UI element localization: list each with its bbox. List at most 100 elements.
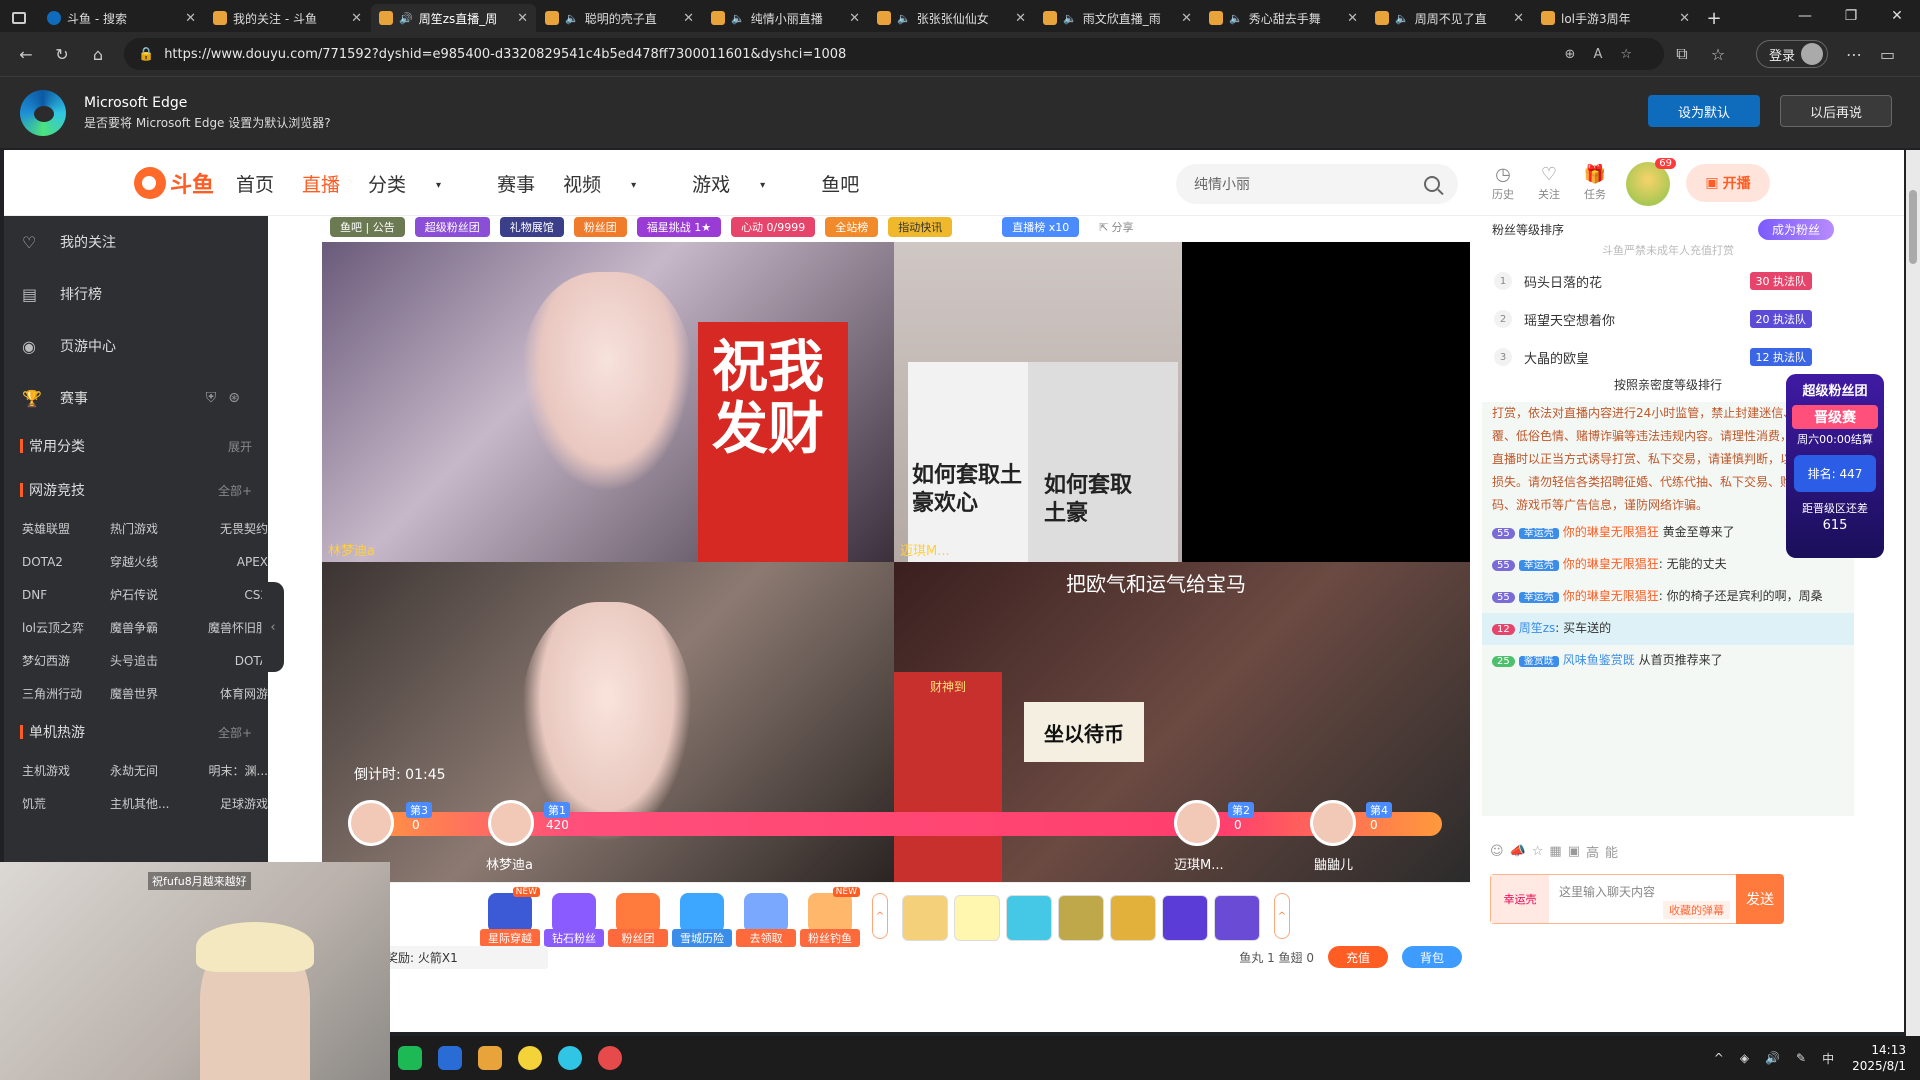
gift-item[interactable]: NEW 粉丝钓鱼 [800, 887, 860, 947]
all-link[interactable]: 全部+ [218, 482, 252, 499]
site-info-icon[interactable]: 🔒 [138, 47, 154, 62]
open-stream-button[interactable]: ▣ 开播 [1686, 164, 1770, 202]
clock[interactable]: 14:13 2025/8/1 [1852, 1042, 1906, 1074]
input-fan-badge[interactable]: 幸运壳 [1491, 875, 1549, 923]
ime-indicator[interactable]: 中 [1822, 1050, 1834, 1067]
taskbar-app[interactable] [390, 1038, 430, 1078]
close-icon[interactable]: ✕ [1015, 11, 1026, 26]
pk-avatar[interactable] [348, 800, 394, 846]
volume-icon[interactable]: 🔊 [1765, 1051, 1780, 1065]
expand-link[interactable]: 展开 [228, 438, 252, 455]
new-tab-button[interactable]: + [1699, 4, 1729, 32]
rank-row[interactable]: 1 码头日落的花 30 执法队 [1482, 262, 1854, 300]
rank-row[interactable]: 3 大晶的欧皇 12 执法队 [1482, 338, 1854, 376]
share-button[interactable]: ⇱ 分享 [1089, 217, 1143, 237]
restore-icon[interactable]: ❐ [1828, 0, 1874, 32]
gift-slot[interactable] [1058, 895, 1104, 941]
close-icon[interactable]: ✕ [849, 11, 860, 26]
chat-nickname[interactable]: 周笙zs [1519, 621, 1556, 635]
sidebar-item-events[interactable]: 🏆 赛事 ⛨⊛ [4, 372, 268, 424]
sidebar-item-ranking[interactable]: ▤ 排行榜 [4, 268, 268, 320]
gift-slot[interactable] [1214, 895, 1260, 941]
url-tools-icons[interactable]: ⊕A☆ [1565, 47, 1650, 62]
category-link[interactable]: 主机游戏 [22, 754, 110, 787]
category-link[interactable]: 无畏契约 [198, 512, 268, 545]
category-link[interactable]: DOTA [198, 644, 268, 677]
all-link[interactable]: 全部+ [218, 724, 252, 741]
super-fan-chip[interactable]: 超级粉丝团 [414, 217, 490, 237]
gift-item[interactable]: NEW 星际穿越 [480, 887, 540, 947]
nav-video[interactable]: 视频 ▾ [563, 170, 664, 197]
muted-speaker-icon[interactable]: 🔈 [1063, 12, 1077, 25]
online-games-header[interactable]: 网游竞技 全部+ [4, 468, 268, 512]
category-link[interactable]: 三角洲行动 [22, 677, 110, 710]
sidebar-collapse-button[interactable]: ‹ [262, 582, 284, 672]
taskbar-app[interactable] [510, 1038, 550, 1078]
station-rank-chip[interactable]: 全站榜 [825, 217, 879, 237]
category-link[interactable]: 炉石传说 [110, 578, 198, 611]
search-icon[interactable] [1424, 176, 1440, 192]
send-button[interactable]: 发送 [1736, 874, 1784, 924]
taskbar-app[interactable] [550, 1038, 590, 1078]
site-search-input[interactable]: 纯情小丽 [1176, 164, 1458, 204]
browser-tab[interactable]: lol手游3周年 ✕ [1533, 4, 1698, 32]
category-link[interactable]: 主机其他... [110, 787, 198, 820]
close-icon[interactable]: ✕ [1181, 11, 1192, 26]
high-energy-button[interactable]: 高能 [1586, 842, 1624, 861]
favorites-icon[interactable]: ☆ [1700, 45, 1736, 64]
taskbar-app[interactable] [430, 1038, 470, 1078]
gift-gallery-chip[interactable]: 礼物展馆 [499, 217, 564, 237]
backpack-button[interactable]: 背包 [1402, 946, 1462, 968]
close-window-icon[interactable]: ✕ [1874, 0, 1920, 32]
saved-barrage-button[interactable]: 收藏的弹幕 [1663, 901, 1730, 919]
chat-nickname[interactable]: 风味鱼鉴赏既 [1563, 653, 1635, 667]
close-icon[interactable]: ✕ [185, 11, 196, 26]
close-icon[interactable]: ✕ [517, 11, 528, 26]
muted-speaker-icon[interactable]: 🔈 [897, 12, 911, 25]
gift-slot[interactable] [902, 895, 948, 941]
tray-chevron-icon[interactable]: ^ [1714, 1051, 1724, 1065]
browser-tab[interactable]: 🔈 周周不见了直 ✕ [1367, 4, 1532, 32]
close-icon[interactable]: ✕ [1513, 11, 1524, 26]
gift-scroll-button[interactable]: ^ [872, 893, 888, 939]
gift-slot[interactable] [954, 895, 1000, 941]
tab-actions-button[interactable] [0, 4, 38, 32]
chat-input[interactable]: 幸运壳 这里输入聊天内容 收藏的弹幕 [1490, 874, 1736, 924]
gift-item[interactable]: 雪城历险 [672, 893, 732, 947]
gift-item[interactable]: 去领取 [736, 893, 796, 947]
category-link[interactable]: 魔兽世界 [110, 677, 198, 710]
fan-group-chip[interactable]: 粉丝团 [573, 217, 627, 237]
become-fan-button[interactable]: 成为粉丝 [1757, 218, 1834, 240]
star-icon[interactable]: ☆ [1532, 844, 1550, 859]
category-link[interactable]: 明末：渊... [198, 754, 268, 787]
taskbar-app[interactable] [590, 1038, 630, 1078]
gift-scroll-right-button[interactable]: ^ [1274, 893, 1290, 939]
category-link[interactable]: DOTA2 [22, 545, 110, 578]
category-link[interactable]: 魔兽怀旧服 [198, 611, 268, 644]
network-icon[interactable]: ◈ [1740, 1051, 1749, 1065]
challenge-chip[interactable]: 福星挑战 1★ [636, 217, 722, 237]
browser-tab[interactable]: 我的关注 - 斗鱼 ✕ [205, 4, 370, 32]
muted-speaker-icon[interactable]: 🔈 [565, 12, 579, 25]
browser-tab[interactable]: 🔈 雨文欣直播_雨 ✕ [1035, 4, 1200, 32]
category-link[interactable]: 热门游戏 [110, 512, 198, 545]
refresh-icon[interactable]: ↻ [44, 45, 80, 64]
fan-club-widget[interactable]: 超级粉丝团 晋级赛 周六00:00结算 排名: 447 距晋级区还差 615 [1786, 374, 1884, 558]
category-link[interactable]: 魔兽争霸 [110, 611, 198, 644]
category-link[interactable]: 足球游戏 [198, 787, 268, 820]
more-menu-icon[interactable]: ⋯ [1846, 45, 1862, 64]
chat-nickname[interactable]: 你的琳皇无限猖狂 [1563, 589, 1659, 603]
category-link[interactable]: DNF [22, 578, 110, 611]
gift-slot[interactable] [1162, 895, 1208, 941]
browser-tab[interactable]: 斗鱼 - 搜索 ✕ [39, 4, 204, 32]
muted-speaker-icon[interactable]: 🔈 [1395, 12, 1409, 25]
event-badge-icons[interactable]: ⛨⊛ [206, 390, 252, 406]
megaphone-icon[interactable]: 📣 [1510, 844, 1532, 859]
browser-tab[interactable]: 🔈 聪明的壳子直 ✕ [537, 4, 702, 32]
heartbeat-chip[interactable]: 心动 0/9999 [731, 217, 816, 237]
category-link[interactable]: 头号追击 [110, 644, 198, 677]
category-link[interactable]: 饥荒 [22, 787, 110, 820]
yuba-notice-chip[interactable]: 鱼吧 | 公告 [330, 217, 405, 237]
gift-slot[interactable] [1006, 895, 1052, 941]
video-player[interactable]: 祝我发财 林梦迪a 如何套取土豪欢心 如何套取土豪 迈琪M... 把欧气和运气给… [322, 242, 1470, 882]
